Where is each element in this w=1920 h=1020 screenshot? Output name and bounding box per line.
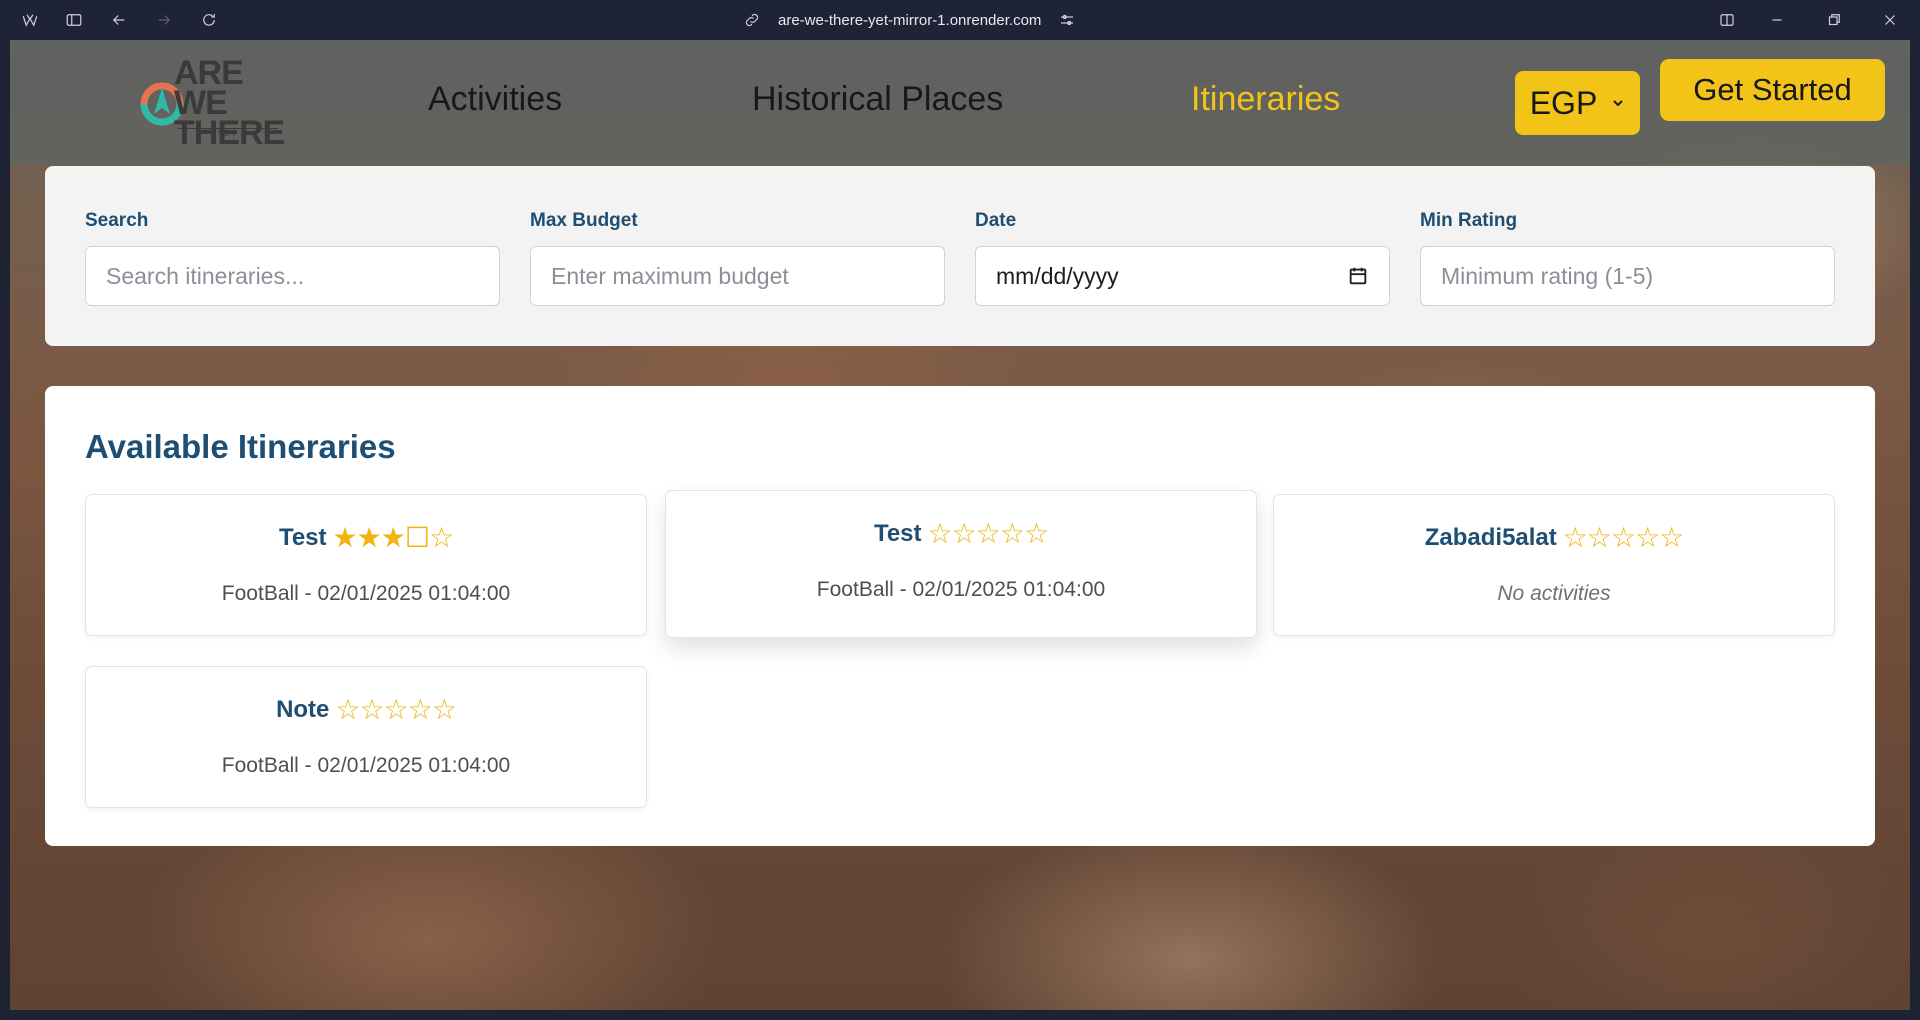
browser-logo-icon[interactable]: [18, 8, 42, 32]
budget-field: Max Budget Enter maximum budget: [530, 210, 945, 306]
itinerary-card[interactable]: Note ☆☆☆☆☆ FootBall - 02/01/2025 01:04:0…: [85, 666, 647, 808]
itinerary-activity: FootBall - 02/01/2025 01:04:00: [816, 578, 1106, 601]
results-heading: Available Itineraries: [85, 428, 396, 465]
date-field: Date mm/dd/yyyy: [975, 210, 1390, 306]
split-view-icon[interactable]: [1715, 8, 1739, 32]
forward-icon[interactable]: [152, 8, 176, 32]
sidebar-toggle-icon[interactable]: [62, 8, 86, 32]
page-viewport: ARE WE THERE YET Activities Historical P…: [10, 40, 1910, 1010]
date-label: Date: [975, 210, 1017, 231]
itinerary-title: Test: [873, 519, 922, 547]
browser-toolbar: are-we-there-yet-mirror-1.onrender.com: [0, 0, 1920, 40]
itinerary-card[interactable]: Test ★★★☐☆ FootBall - 02/01/2025 01:04:0…: [85, 494, 647, 636]
currency-value: EGP: [1529, 84, 1598, 121]
minimize-icon[interactable]: [1765, 8, 1789, 32]
search-label: Search: [85, 210, 149, 231]
restore-icon[interactable]: [1822, 8, 1846, 32]
budget-label: Max Budget: [530, 210, 638, 231]
reload-icon[interactable]: [197, 8, 221, 32]
search-field: Search Search itineraries...: [85, 210, 500, 306]
chevron-down-icon: [1613, 100, 1623, 107]
itinerary-card[interactable]: Zabadi5alat ☆☆☆☆☆ No activities: [1273, 494, 1835, 636]
itinerary-activity: FootBall - 02/01/2025 01:04:00: [221, 582, 511, 605]
itinerary-no-activities: No activities: [1497, 582, 1611, 605]
calendar-icon[interactable]: [1347, 265, 1369, 287]
back-icon[interactable]: [107, 8, 131, 32]
budget-input[interactable]: Enter maximum budget: [530, 246, 945, 306]
close-icon[interactable]: [1878, 8, 1902, 32]
site-settings-icon[interactable]: [1055, 8, 1079, 32]
logo-subtitle: YET: [178, 128, 278, 138]
url-text: are-we-there-yet-mirror-1.onrender.com: [778, 11, 1042, 29]
get-started-button[interactable]: Get Started: [1660, 59, 1885, 121]
rating-label: Min Rating: [1420, 210, 1518, 231]
rating-stars-icon: ☆☆☆☆☆: [927, 518, 1050, 549]
itinerary-title: Note: [276, 695, 330, 723]
address-bar[interactable]: are-we-there-yet-mirror-1.onrender.com: [740, 6, 1100, 34]
itinerary-activity: FootBall - 02/01/2025 01:04:00: [221, 754, 511, 777]
filter-panel: Search Search itineraries... Max Budget …: [45, 166, 1875, 346]
nav-historical-places[interactable]: Historical Places: [752, 80, 1003, 119]
rating-stars-icon: ☆☆☆☆☆: [1562, 522, 1685, 553]
rating-stars-icon: ★★★☐☆: [332, 522, 455, 553]
nav-itineraries[interactable]: Itineraries: [1191, 80, 1340, 119]
results-panel: Available Itineraries Test ★★★☐☆ FootBal…: [45, 386, 1875, 846]
itinerary-title: Zabadi5alat: [1424, 523, 1557, 551]
rating-stars-icon: ☆☆☆☆☆: [335, 694, 457, 725]
itinerary-title: Test: [278, 523, 327, 551]
site-navbar: ARE WE THERE YET Activities Historical P…: [10, 40, 1910, 165]
rating-input[interactable]: Minimum rating (1-5): [1420, 246, 1835, 306]
date-input[interactable]: mm/dd/yyyy: [975, 246, 1390, 306]
nav-activities[interactable]: Activities: [428, 80, 562, 119]
link-icon: [740, 8, 764, 32]
rating-field: Min Rating Minimum rating (1-5): [1420, 210, 1835, 306]
search-input[interactable]: Search itineraries...: [85, 246, 500, 306]
currency-select[interactable]: EGP: [1515, 71, 1640, 135]
date-value: mm/dd/yyyy: [996, 262, 1119, 289]
itinerary-card[interactable]: Test ☆☆☆☆☆ FootBall - 02/01/2025 01:04:0…: [665, 490, 1257, 638]
